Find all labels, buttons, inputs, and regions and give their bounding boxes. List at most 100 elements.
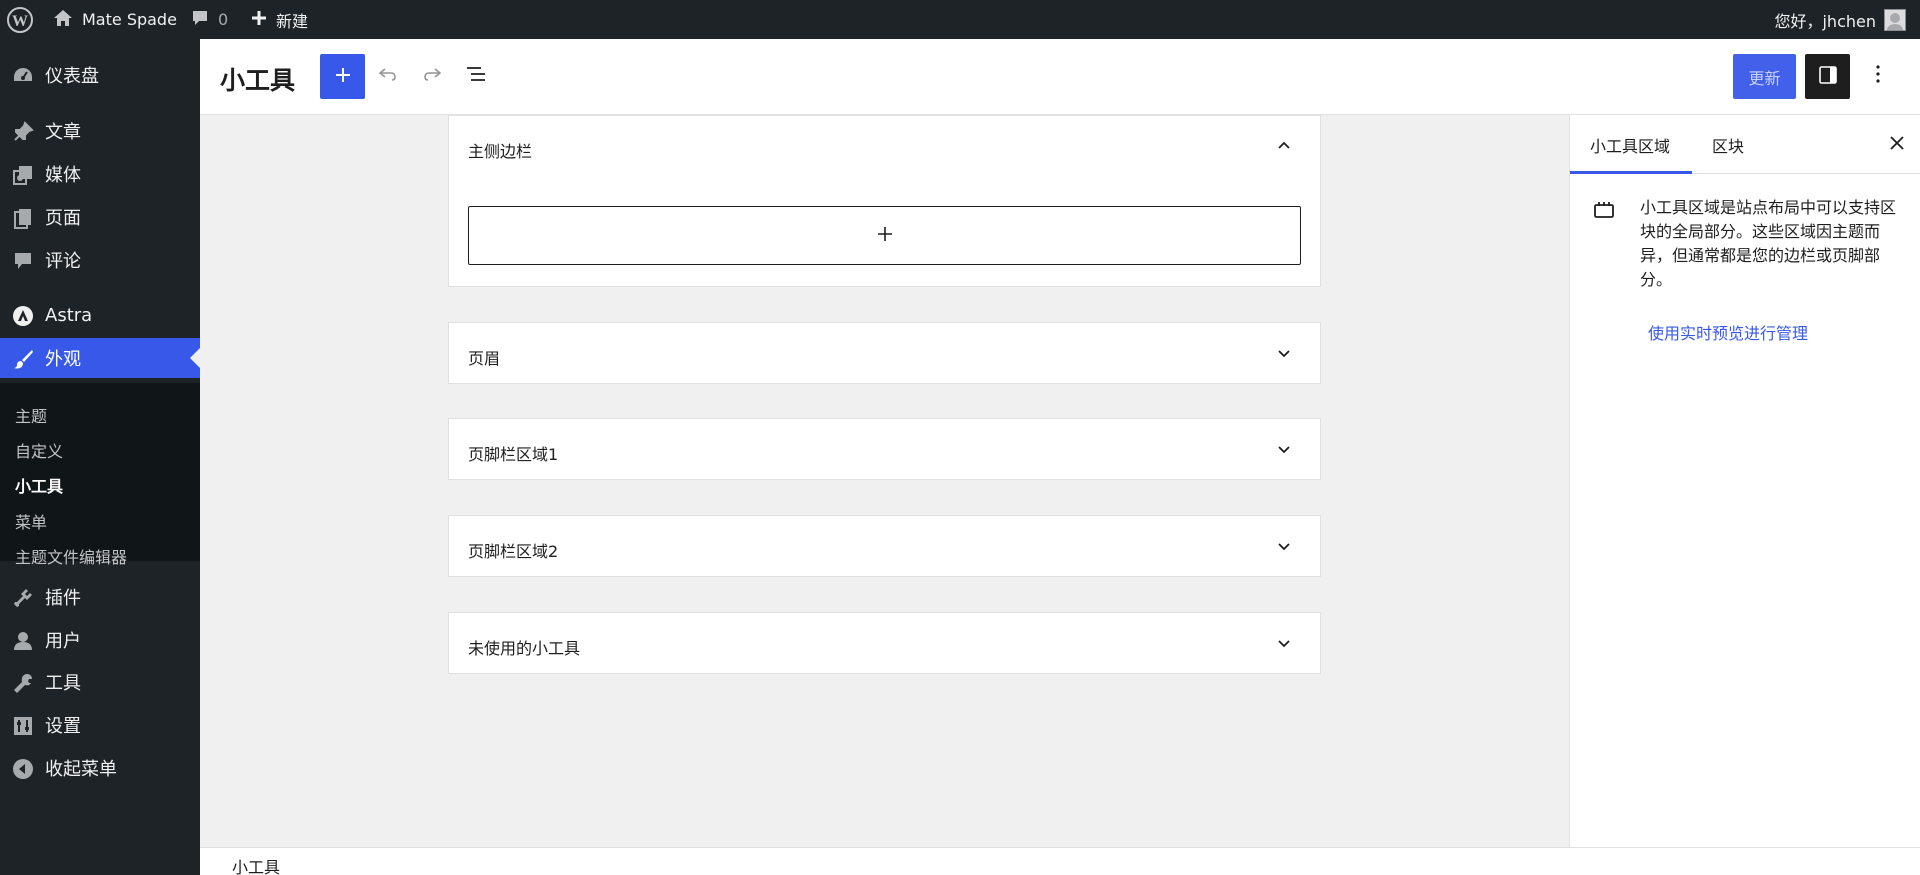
site-name-link[interactable]: Mate Spade [52, 0, 177, 39]
menu-label: 仪表盘 [45, 66, 99, 87]
submenu-item-menus[interactable]: 菜单 [15, 509, 47, 533]
chevron-down-icon[interactable] [1272, 437, 1296, 461]
astra-icon [12, 305, 34, 327]
menu-label: 文章 [45, 122, 81, 143]
menu-label: 用户 [45, 631, 81, 652]
menu-label: 页面 [45, 208, 81, 229]
tab-widget-areas[interactable]: 小工具区域 [1570, 115, 1692, 174]
update-button[interactable]: 更新 [1733, 54, 1796, 99]
menu-label: 媒体 [45, 165, 81, 186]
sidebar-tabs: 小工具区域 区块 [1570, 115, 1920, 174]
add-block-button[interactable] [320, 54, 365, 99]
menu-item-dashboard[interactable]: 仪表盘 [0, 55, 200, 95]
menu-item-media[interactable]: 媒体 [0, 154, 200, 194]
new-content-link[interactable]: 新建 [250, 0, 308, 39]
editor-footer: 小工具 [200, 847, 1920, 875]
comment-icon [12, 250, 34, 272]
plus-icon [250, 9, 268, 31]
menu-item-settings[interactable]: 设置 [0, 705, 200, 745]
greeting: 您好，jhchen [1774, 11, 1876, 31]
menu-label: 外观 [45, 349, 81, 370]
list-view-button[interactable] [456, 56, 496, 96]
redo-button[interactable] [412, 56, 452, 96]
comments-count: 0 [218, 10, 229, 29]
chevron-up-icon[interactable] [1272, 134, 1296, 158]
settings-toggle-button[interactable] [1805, 54, 1850, 99]
collapse-icon [12, 758, 34, 780]
plus-icon [875, 224, 895, 248]
menu-item-appearance[interactable]: 外观 [0, 338, 200, 378]
chevron-down-icon[interactable] [1272, 534, 1296, 558]
menu-label: 工具 [45, 673, 81, 694]
chevron-down-icon[interactable] [1272, 341, 1296, 365]
plugin-icon [12, 587, 34, 609]
svg-text:W: W [12, 13, 28, 30]
menu-label: 评论 [45, 251, 81, 272]
site-name: Mate Spade [82, 10, 177, 29]
page-icon [12, 207, 34, 229]
breadcrumb[interactable]: 小工具 [232, 854, 280, 875]
admin-bar: W Mate Spade 0 新建 您好，jhchen [0, 0, 1920, 39]
close-icon [1887, 133, 1907, 157]
widget-area-unused-widgets[interactable]: 未使用的小工具 [448, 612, 1321, 674]
home-icon [52, 7, 74, 33]
submenu-item-themes[interactable]: 主题 [15, 403, 47, 427]
menu-item-posts[interactable]: 文章 [0, 111, 200, 151]
new-label: 新建 [276, 11, 309, 31]
widget-area-main-sidebar[interactable]: 主侧边栏 [448, 115, 1321, 287]
appearance-submenu: 主题 自定义 小工具 菜单 主题文件编辑器 [0, 383, 200, 567]
collapse-menu-button[interactable]: 收起菜单 [0, 748, 200, 788]
tab-block[interactable]: 区块 [1692, 115, 1764, 174]
user-icon [12, 630, 34, 652]
avatar [1884, 8, 1906, 31]
page-title: 小工具 [220, 66, 296, 95]
widget-areas-canvas: 主侧边栏 页眉 页脚栏区域1 页脚栏区域2 未使用的小工具 [200, 115, 1570, 847]
comment-bubble-icon [190, 8, 210, 32]
settings-sidebar: 小工具区域 区块 小工具区域是站点布局中可以支持区块的全局部分。这些区域因主题而… [1569, 115, 1920, 847]
close-sidebar-button[interactable] [1883, 131, 1911, 159]
menu-item-comments[interactable]: 评论 [0, 240, 200, 280]
menu-item-pages[interactable]: 页面 [0, 197, 200, 237]
menu-item-astra[interactable]: Astra [0, 295, 200, 335]
submenu-item-theme-file-editor[interactable]: 主题文件编辑器 [15, 544, 127, 568]
options-button[interactable] [1860, 56, 1896, 96]
menu-label: 收起菜单 [45, 759, 117, 780]
more-vertical-icon [1866, 62, 1890, 90]
editor-header: 小工具 更新 [200, 39, 1920, 115]
sidebar-panel-icon [1816, 63, 1840, 91]
widget-area-title: 页脚栏区域1 [468, 445, 559, 464]
menu-item-tools[interactable]: 工具 [0, 662, 200, 702]
wordpress-logo-icon[interactable]: W [6, 0, 34, 39]
settings-icon [12, 715, 34, 737]
undo-button[interactable] [368, 56, 408, 96]
widget-area-footer-2[interactable]: 页脚栏区域2 [448, 515, 1321, 577]
widget-area-title: 页眉 [468, 349, 501, 368]
chevron-down-icon[interactable] [1272, 631, 1296, 655]
list-view-icon [464, 62, 488, 90]
menu-item-plugins[interactable]: 插件 [0, 577, 200, 617]
widget-area-title: 主侧边栏 [468, 142, 533, 161]
menu-label: Astra [45, 304, 93, 326]
menu-label: 插件 [45, 588, 81, 609]
submenu-item-widgets[interactable]: 小工具 [15, 473, 63, 497]
user-account-link[interactable]: 您好，jhchen [1774, 0, 1906, 39]
brush-icon [12, 348, 34, 370]
menu-label: 设置 [45, 716, 81, 737]
plus-icon [333, 65, 353, 89]
wrench-icon [12, 672, 34, 694]
add-block-appender[interactable] [468, 206, 1301, 265]
widget-area-icon [1592, 198, 1616, 222]
undo-icon [376, 62, 400, 90]
menu-item-users[interactable]: 用户 [0, 620, 200, 660]
widget-areas-description: 小工具区域是站点布局中可以支持区块的全局部分。这些区域因主题而异，但通常都是您的… [1640, 198, 1897, 289]
comments-link[interactable]: 0 [190, 0, 228, 39]
widget-area-header[interactable]: 页眉 [448, 322, 1321, 384]
widget-area-footer-1[interactable]: 页脚栏区域1 [448, 418, 1321, 480]
manage-with-live-preview-link[interactable]: 使用实时预览进行管理 [1648, 320, 1808, 344]
pin-icon [12, 121, 34, 143]
media-icon [12, 164, 34, 186]
admin-sidebar-menu: 仪表盘 文章 媒体 页面 评论 Astra 外观 主题 自定义 小工具 菜单 主… [0, 39, 200, 875]
widget-area-title: 页脚栏区域2 [468, 542, 559, 561]
dashboard-icon [12, 65, 34, 87]
submenu-item-customize[interactable]: 自定义 [15, 438, 63, 462]
